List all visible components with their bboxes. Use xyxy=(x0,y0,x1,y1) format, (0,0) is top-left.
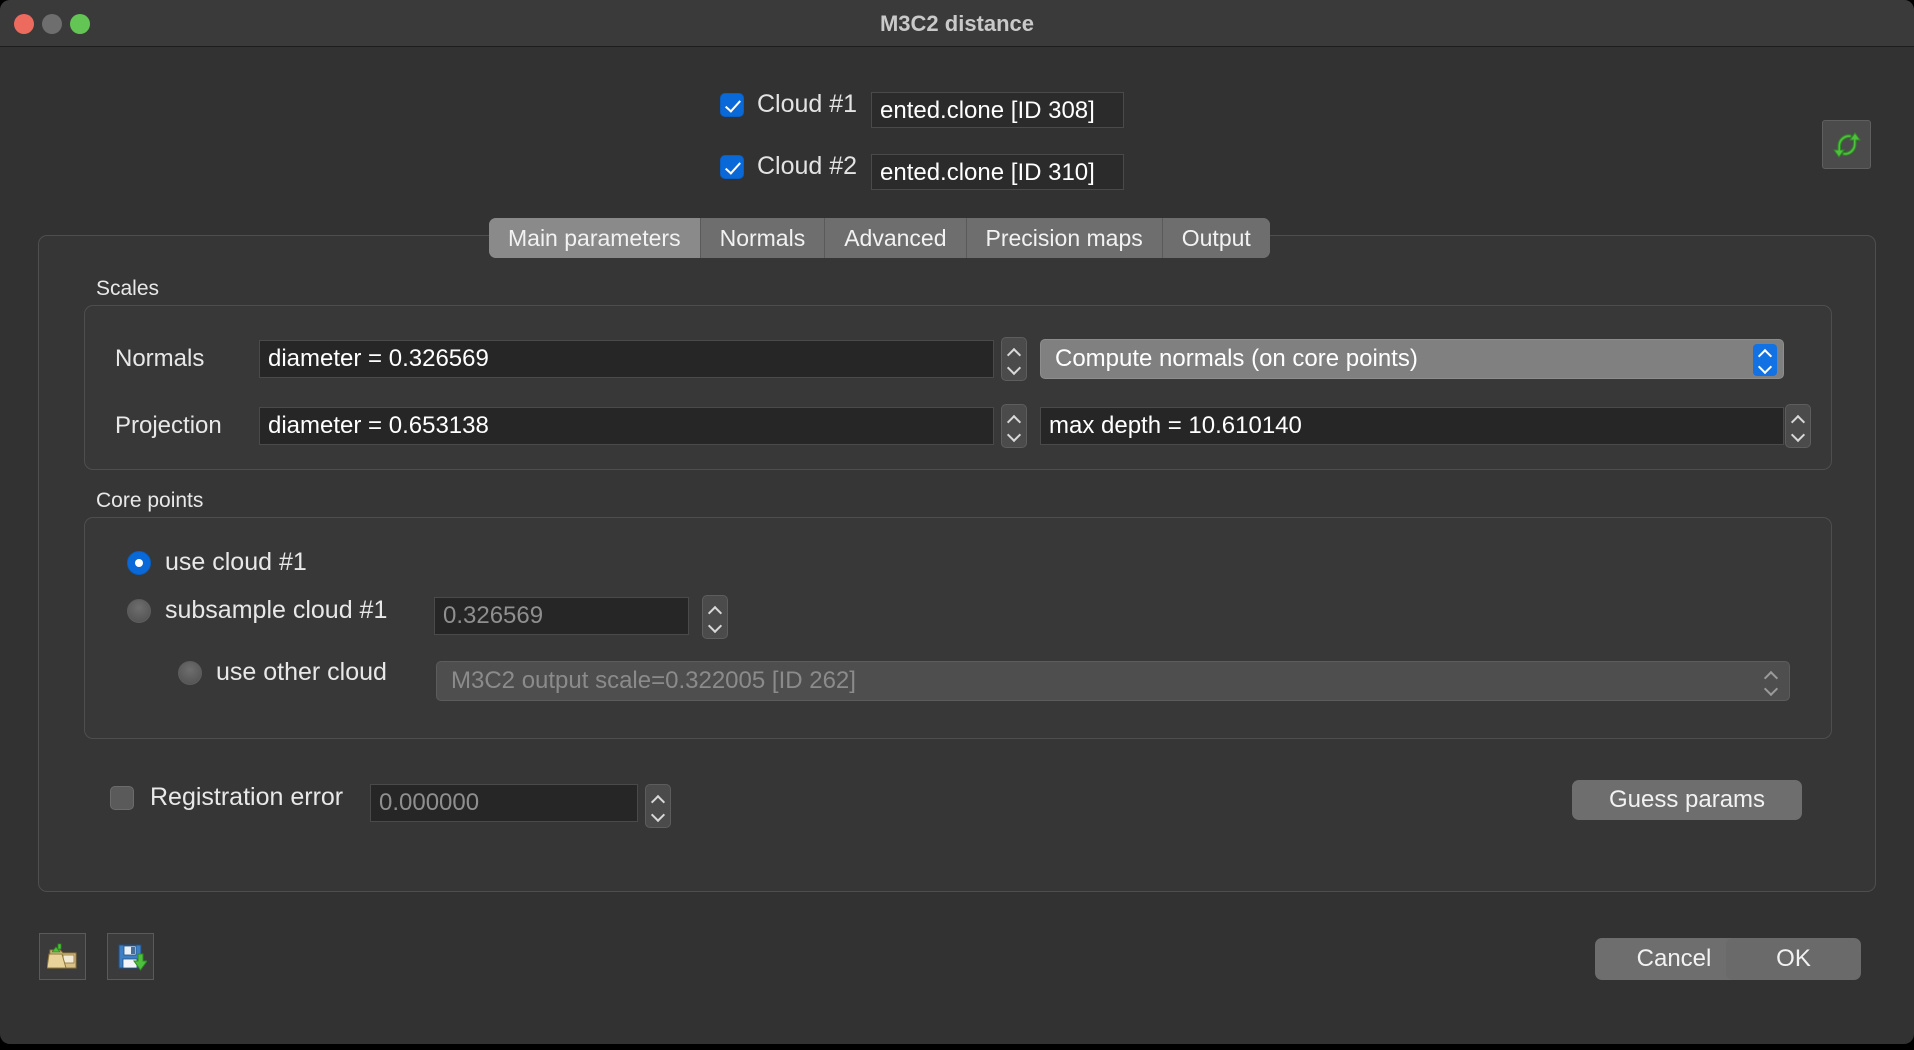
cloud1-label: Cloud #1 xyxy=(757,90,858,118)
normals-row-label: Normals xyxy=(115,345,205,372)
guess-params-button[interactable]: Guess params xyxy=(1572,780,1802,820)
projection-scale-stepper[interactable] xyxy=(1001,404,1027,448)
registration-error-label: Registration error xyxy=(150,783,344,811)
use-cloud1-radio[interactable] xyxy=(127,550,151,575)
stepper-up-icon xyxy=(1008,349,1020,357)
ok-button[interactable]: OK xyxy=(1726,938,1861,980)
use-cloud1-radio-row[interactable]: use cloud #1 xyxy=(127,548,307,577)
use-cloud1-label: use cloud #1 xyxy=(165,548,307,576)
load-parameters-button[interactable] xyxy=(39,933,86,980)
other-cloud-value: M3C2 output scale=0.322005 [ID 262] xyxy=(451,667,856,694)
tab-bar: Main parameters Normals Advanced Precisi… xyxy=(489,218,1270,258)
cloud1-row: Cloud #1 xyxy=(720,90,857,119)
folder-open-icon xyxy=(46,943,76,968)
tab-normals[interactable]: Normals xyxy=(700,218,826,258)
cloud2-checkbox[interactable] xyxy=(720,154,744,179)
stepper-up-icon xyxy=(652,796,664,804)
core-points-group-title: Core points xyxy=(96,489,204,512)
registration-error-row: Registration error xyxy=(110,783,343,812)
use-other-cloud-radio[interactable] xyxy=(178,660,202,685)
normals-mode-combo[interactable]: Compute normals (on core points) xyxy=(1040,339,1784,379)
max-depth-stepper[interactable] xyxy=(1785,404,1811,448)
stepper-up-icon xyxy=(1008,416,1020,424)
stepper-up-icon xyxy=(709,607,721,615)
scales-group-box xyxy=(84,305,1832,470)
subsample-value-stepper[interactable] xyxy=(702,595,728,639)
core-points-group-box xyxy=(84,517,1832,739)
swap-clouds-button[interactable] xyxy=(1822,120,1871,169)
stepper-up-icon xyxy=(1792,416,1804,424)
projection-row-label: Projection xyxy=(115,412,222,439)
scales-group-title: Scales xyxy=(96,277,160,300)
stepper-down-icon xyxy=(652,809,664,817)
stepper-down-icon xyxy=(1008,429,1020,437)
swap-arrows-icon xyxy=(1832,131,1861,158)
tab-main-parameters[interactable]: Main parameters xyxy=(489,218,701,258)
cloud1-checkbox[interactable] xyxy=(720,92,744,117)
dialog-window: M3C2 distance Cloud #1 ented.clone [ID 3… xyxy=(0,0,1914,1044)
registration-error-input[interactable]: 0.000000 xyxy=(370,784,638,822)
title-bar: M3C2 distance xyxy=(0,0,1914,47)
registration-error-checkbox[interactable] xyxy=(110,785,134,810)
subsample-value-input[interactable]: 0.326569 xyxy=(434,597,689,635)
save-parameters-button[interactable] xyxy=(107,933,154,980)
use-other-cloud-label: use other cloud xyxy=(216,658,387,686)
cloud2-combo[interactable]: ented.clone [ID 310] xyxy=(871,154,1124,190)
use-other-cloud-radio-row[interactable]: use other cloud xyxy=(178,658,387,687)
combo-chevron-updown-icon xyxy=(1759,666,1783,698)
tab-advanced[interactable]: Advanced xyxy=(825,218,967,258)
stepper-down-icon xyxy=(1008,362,1020,370)
stepper-down-icon xyxy=(1792,429,1804,437)
combo-chevron-updown-icon xyxy=(1753,344,1777,376)
cloud2-row: Cloud #2 xyxy=(720,152,857,181)
projection-scale-input[interactable]: diameter = 0.653138 xyxy=(259,407,994,445)
window-title: M3C2 distance xyxy=(879,11,1035,36)
max-depth-input[interactable]: max depth = 10.610140 xyxy=(1040,407,1784,445)
subsample-cloud1-label: subsample cloud #1 xyxy=(165,596,388,624)
tab-output[interactable]: Output xyxy=(1162,218,1270,258)
normals-mode-value: Compute normals (on core points) xyxy=(1055,345,1418,372)
subsample-cloud1-radio[interactable] xyxy=(127,598,151,623)
registration-error-stepper[interactable] xyxy=(645,784,671,828)
normals-scale-input[interactable]: diameter = 0.326569 xyxy=(259,340,994,378)
floppy-disk-save-icon xyxy=(118,944,147,971)
other-cloud-combo[interactable]: M3C2 output scale=0.322005 [ID 262] xyxy=(436,661,1790,701)
stepper-down-icon xyxy=(709,620,721,628)
normals-scale-stepper[interactable] xyxy=(1001,337,1027,381)
tab-precision-maps[interactable]: Precision maps xyxy=(966,218,1163,258)
cloud2-label: Cloud #2 xyxy=(757,152,858,180)
subsample-cloud1-radio-row[interactable]: subsample cloud #1 xyxy=(127,596,387,625)
cloud1-combo[interactable]: ented.clone [ID 308] xyxy=(871,92,1124,128)
